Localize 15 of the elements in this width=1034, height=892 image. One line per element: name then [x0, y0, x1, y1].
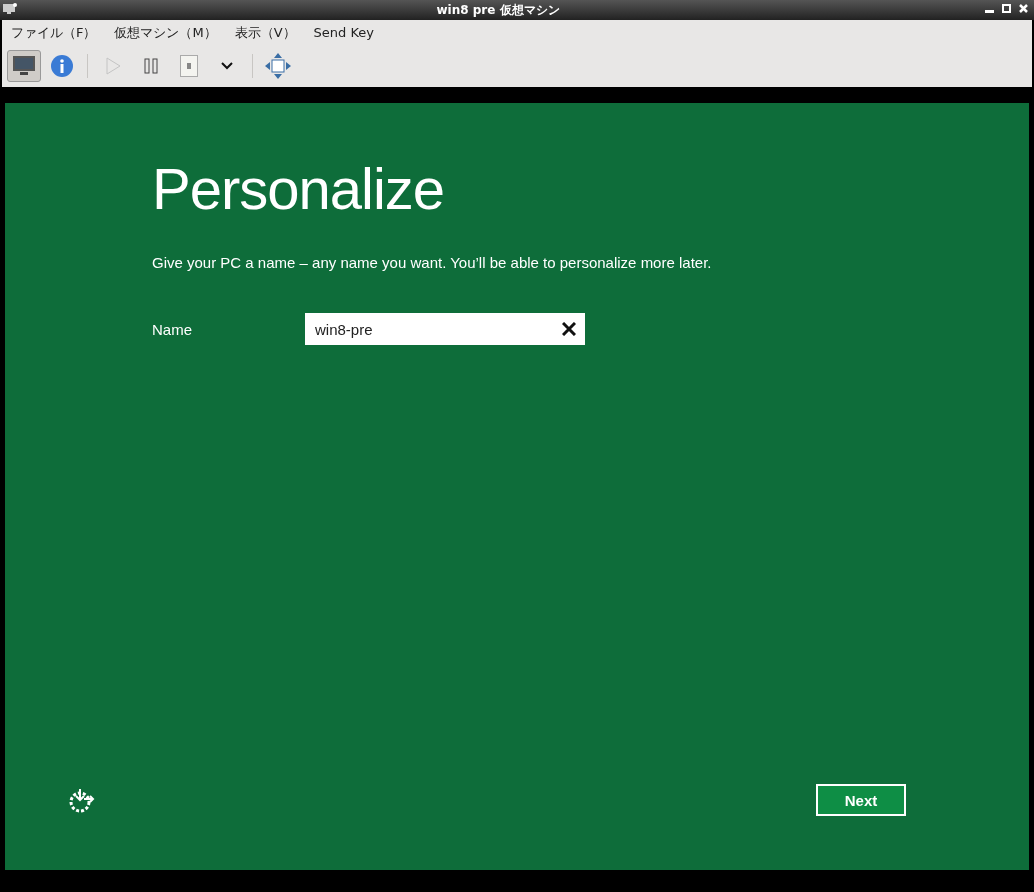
monitor-icon: [3, 3, 17, 15]
clear-icon[interactable]: [562, 322, 576, 336]
menu-item[interactable]: ファイル（F）: [2, 23, 106, 42]
description-text: Give your PC a name – any name you want. You’ll be able to personalize more later.: [152, 254, 713, 271]
maximize-icon[interactable]: [1002, 4, 1011, 13]
menu-item[interactable]: 仮想マシン（M）: [105, 23, 226, 42]
ease-of-access-icon[interactable]: [69, 788, 97, 814]
menu-item[interactable]: 表示（V）: [225, 23, 305, 42]
next-button[interactable]: Next: [816, 784, 906, 816]
name-label: Name: [152, 320, 193, 338]
close-icon[interactable]: [1019, 4, 1028, 13]
page-heading: Personalize: [152, 155, 446, 222]
name-input-field[interactable]: win8-pre: [305, 313, 585, 345]
window-title: win8 pre 仮想マシン: [435, 1, 561, 19]
menu-item[interactable]: Send Key: [304, 25, 384, 40]
